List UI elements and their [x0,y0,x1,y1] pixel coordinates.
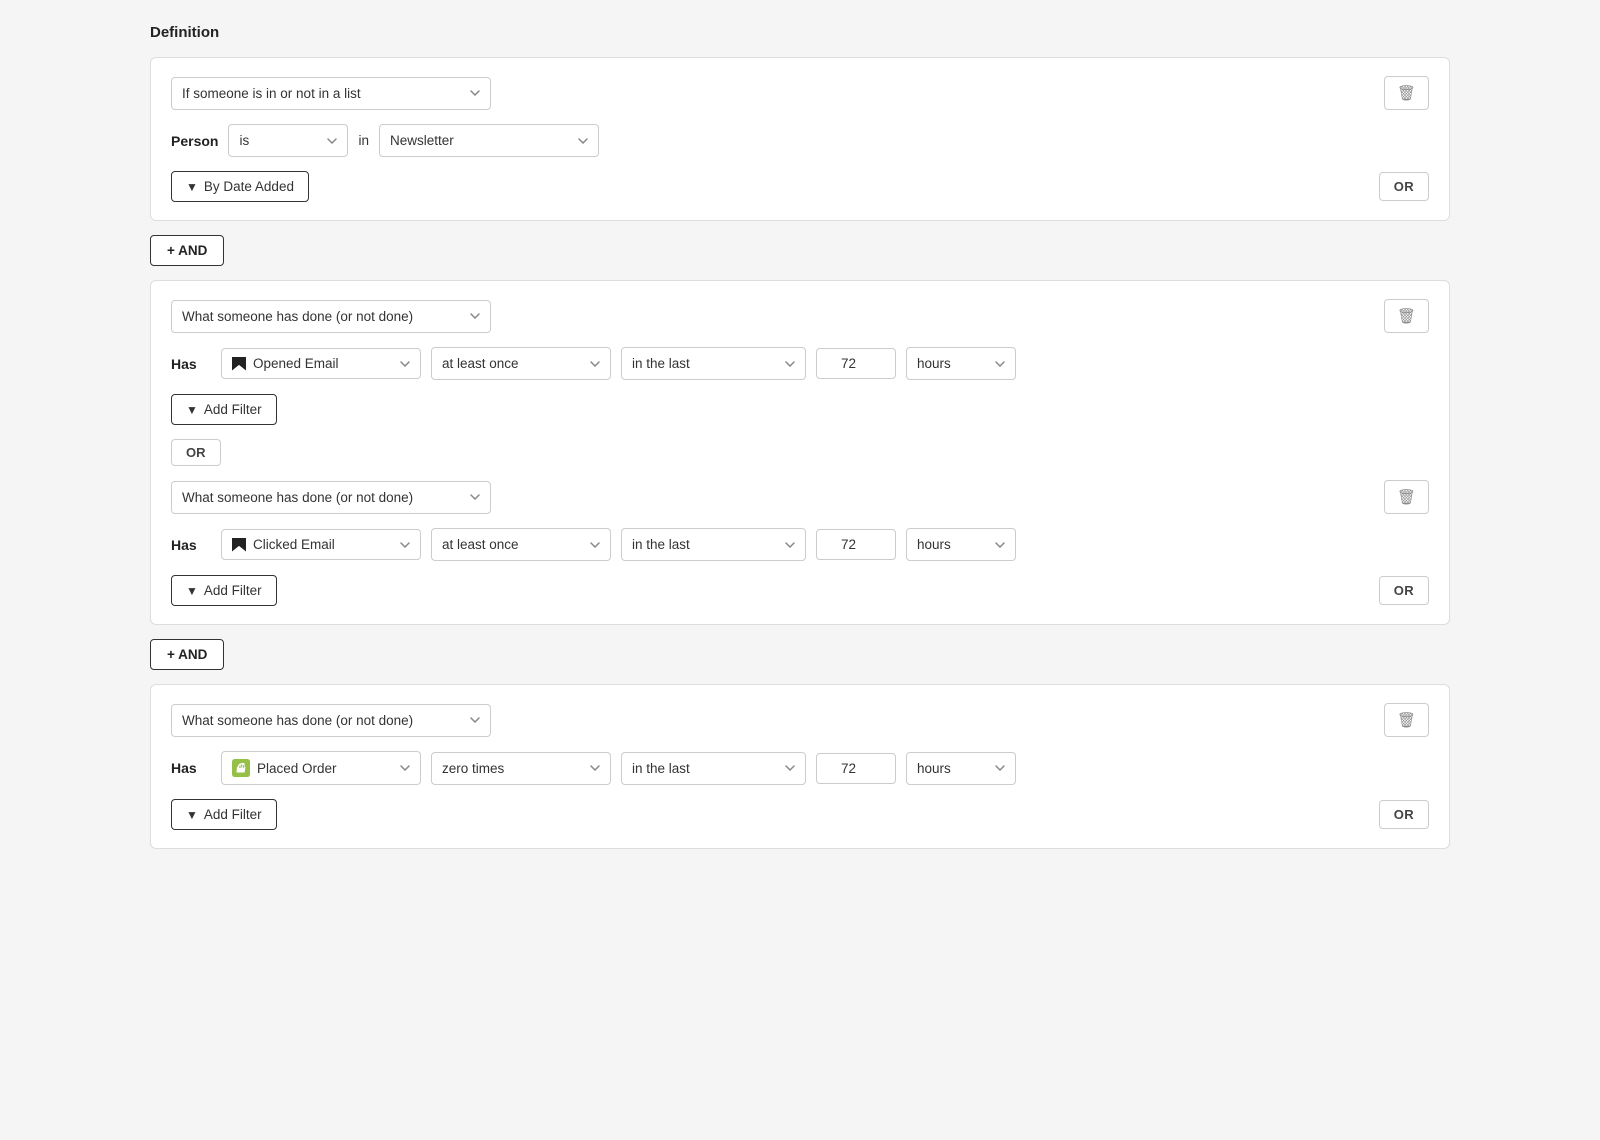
time-unit-select-2[interactable]: hours [906,347,1016,380]
by-date-added-button[interactable]: ▼ By Date Added [171,171,309,202]
add-filter-button-3[interactable]: ▼ Add Filter [171,575,277,606]
or-button-1[interactable]: OR [1379,172,1429,201]
filter-icon-2: ▼ [186,403,198,417]
filter-icon-3: ▼ [186,584,198,598]
action-label-4: Placed Order [257,761,337,776]
filter-icon-1: ▼ [186,180,198,194]
action-select-3[interactable]: Clicked Email [221,529,421,560]
delete-button-3[interactable]: 🗑 [1384,480,1429,514]
action-select-4[interactable]: Placed Order [221,751,421,785]
condition-type-select-2[interactable]: What someone has done (or not done) [171,300,491,333]
trash-icon-4: 🗑 [1397,711,1416,729]
has-label-4: Has [171,760,211,776]
frequency-select-3[interactable]: at least once [431,528,611,561]
person-label: Person [171,133,218,149]
time-number-input-3[interactable] [816,529,896,560]
add-filter-button-2[interactable]: ▼ Add Filter [171,394,277,425]
condition-block-23: What someone has done (or not done) 🗑 Ha… [150,280,1450,625]
by-date-added-label: By Date Added [204,179,294,194]
action-label-2: Opened Email [253,356,339,371]
person-is-select[interactable]: is [228,124,348,157]
add-filter-label-3: Add Filter [204,583,262,598]
action-select-2[interactable]: Opened Email [221,348,421,379]
delete-button-2[interactable]: 🗑 [1384,299,1429,333]
frequency-select-4[interactable]: zero times [431,752,611,785]
or-button-4[interactable]: OR [1379,800,1429,829]
filter-icon-4: ▼ [186,808,198,822]
page-container: Definition If someone is in or not in a … [150,24,1450,849]
time-number-input-2[interactable] [816,348,896,379]
has-label-2: Has [171,356,211,372]
time-qualifier-select-2[interactable]: in the last [621,347,806,380]
list-select[interactable]: Newsletter [379,124,599,157]
time-unit-select-3[interactable]: hours [906,528,1016,561]
trash-icon-1: 🗑 [1397,84,1416,102]
action-label-3: Clicked Email [253,537,335,552]
time-qualifier-select-4[interactable]: in the last [621,752,806,785]
time-number-input-4[interactable] [816,753,896,784]
time-qualifier-select-3[interactable]: in the last [621,528,806,561]
condition-block-4: What someone has done (or not done) 🗑 Ha… [150,684,1450,849]
or-divider: OR [171,439,1429,466]
or-standalone-button[interactable]: OR [171,439,221,466]
frequency-select-2[interactable]: at least once [431,347,611,380]
and-button-1[interactable]: + AND [150,235,224,266]
add-filter-label-4: Add Filter [204,807,262,822]
trash-icon-2: 🗑 [1397,307,1416,325]
has-label-3: Has [171,537,211,553]
action-icon-2 [232,357,246,371]
delete-button-4[interactable]: 🗑 [1384,703,1429,737]
and-button-2[interactable]: + AND [150,639,224,670]
trash-icon-3: 🗑 [1397,488,1416,506]
condition-type-select-4[interactable]: What someone has done (or not done) [171,704,491,737]
shopify-icon [232,759,250,777]
inner-block-2: What someone has done (or not done) 🗑 Ha… [171,299,1429,425]
add-filter-label-2: Add Filter [204,402,262,417]
in-label: in [358,133,369,148]
time-unit-select-4[interactable]: hours [906,752,1016,785]
or-button-3[interactable]: OR [1379,576,1429,605]
delete-button-1[interactable]: 🗑 [1384,76,1429,110]
add-filter-button-4[interactable]: ▼ Add Filter [171,799,277,830]
action-icon-3 [232,538,246,552]
condition-block-1: If someone is in or not in a list 🗑 Pers… [150,57,1450,221]
page-title: Definition [150,24,1450,41]
condition-type-select-3[interactable]: What someone has done (or not done) [171,481,491,514]
condition-type-select-1[interactable]: If someone is in or not in a list [171,77,491,110]
inner-block-3: What someone has done (or not done) 🗑 Ha… [171,480,1429,606]
